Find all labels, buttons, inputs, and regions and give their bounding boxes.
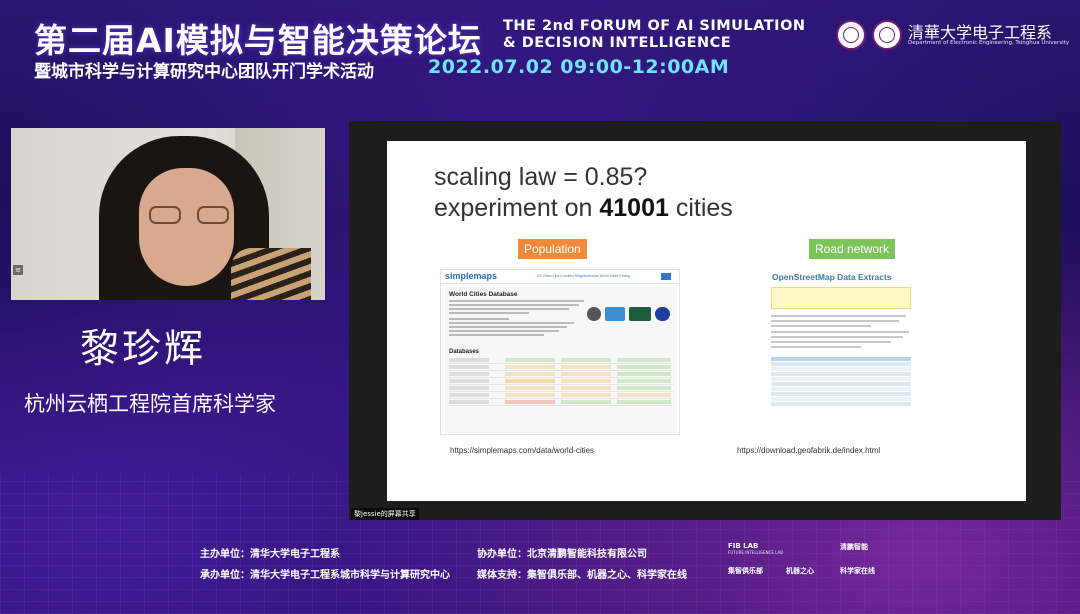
co-organizer: 协办单位：北京清鹏智能科技有限公司 — [477, 549, 647, 560]
geofabrik-notice-box — [771, 287, 911, 309]
speaker-glasses — [149, 206, 229, 226]
dept-seal-icon — [872, 20, 902, 50]
geofabrik-screenshot: OpenStreetMap Data Extracts — [765, 269, 917, 435]
population-label: Population — [518, 239, 587, 259]
simplemaps-screenshot: simplemaps US Cities Zips Counties Neigh… — [440, 269, 680, 435]
kexuejia-logo: 科学家在线 — [840, 567, 875, 575]
road-network-label: Road network — [809, 239, 896, 259]
simplemaps-text-block — [449, 300, 589, 338]
event-title-en: THE 2nd FORUM OF AI SIMULATION & DECISIO… — [503, 18, 806, 52]
geofabrik-text-block — [771, 315, 911, 351]
simplemaps-nav: simplemaps US Cities Zips Counties Neigh… — [441, 270, 679, 284]
simplemaps-source-badges — [587, 307, 672, 327]
tsinghua-seal-icon — [836, 20, 866, 50]
event-datetime: 2022.07.02 09:00-12:00AM — [428, 56, 730, 78]
simplemaps-logo: simplemaps — [445, 271, 498, 281]
simplemaps-content: World Cities Database Databases — [445, 287, 677, 433]
dept-name-en: Department of Electronic Engineering, Ts… — [908, 40, 1070, 46]
speaker-title: 杭州云栖工程院首席科学家 — [24, 392, 276, 416]
video-menu-icon[interactable]: ≡ — [13, 265, 23, 275]
event-footer: 主办单位：清华大学电子工程系 协办单位：北京清鹏智能科技有限公司 承办单位：清华… — [0, 536, 1080, 614]
event-header: 第二届AI模拟与智能决策论坛 THE 2nd FORUM OF AI SIMUL… — [0, 0, 1080, 90]
geofabrik-url: https://download.geofabrik.de/index.html — [737, 446, 881, 455]
organizer: 承办单位：清华大学电子工程系城市科学与计算研究中心 — [200, 570, 450, 581]
screen-share-window[interactable]: scaling law = 0.85? experiment on 41001 … — [349, 121, 1061, 520]
speaker-name: 黎珍辉 — [80, 327, 207, 372]
fib-lab-logo: FIB LAB FUTURE INTELLIGENCE LAB — [728, 542, 783, 555]
speaker-shirt — [231, 248, 311, 300]
simplemaps-heading: World Cities Database — [449, 291, 518, 298]
event-title-en-line1: THE 2nd FORUM OF AI SIMULATION — [503, 18, 806, 34]
partner-logos: FIB LAB FUTURE INTELLIGENCE LAB 清鹏智能 集智俱乐… — [728, 540, 898, 582]
geofabrik-region-table — [771, 357, 911, 407]
slide-heading-line2: experiment on 41001 cities — [434, 194, 733, 222]
screen-share-label: 黎jessie的屏幕共享 — [351, 508, 419, 520]
simplemaps-url: https://simplemaps.com/data/world-cities — [450, 446, 595, 455]
presentation-slide: scaling law = 0.85? experiment on 41001 … — [387, 141, 1026, 501]
jizhi-club-logo: 集智俱乐部 — [728, 567, 763, 575]
event-title-cn: 第二届AI模拟与智能决策论坛 — [34, 21, 482, 60]
media-support: 媒体支持：集智俱乐部、机器之心、科学家在线 — [477, 570, 687, 581]
simplemaps-pricing-table — [449, 357, 673, 406]
geofabrik-title: OpenStreetMap Data Extracts — [772, 272, 892, 282]
tsinghua-logos: 清華大学电子工程系 Department of Electronic Engin… — [836, 20, 1070, 56]
slide-heading-line1: scaling law = 0.85? — [434, 163, 648, 191]
simplemaps-databases-heading: Databases — [449, 349, 480, 355]
city-count: 41001 — [599, 194, 669, 222]
simplemaps-nav-links: US Cities Zips Counties Neighborhoods Wo… — [537, 274, 631, 278]
speaker-video[interactable]: ≡ — [11, 128, 325, 300]
host-organization: 主办单位：清华大学电子工程系 — [200, 549, 340, 560]
event-subtitle: 暨城市科学与计算研究中心团队开门学术活动 — [34, 62, 374, 82]
speaker-face — [139, 168, 234, 286]
qingpeng-logo: 清鹏智能 — [840, 543, 868, 551]
jiqizhixin-logo: 机器之心 — [786, 567, 814, 575]
event-title-en-line2: & DECISION INTELLIGENCE — [503, 35, 732, 51]
simplemaps-menu-button — [661, 273, 671, 280]
